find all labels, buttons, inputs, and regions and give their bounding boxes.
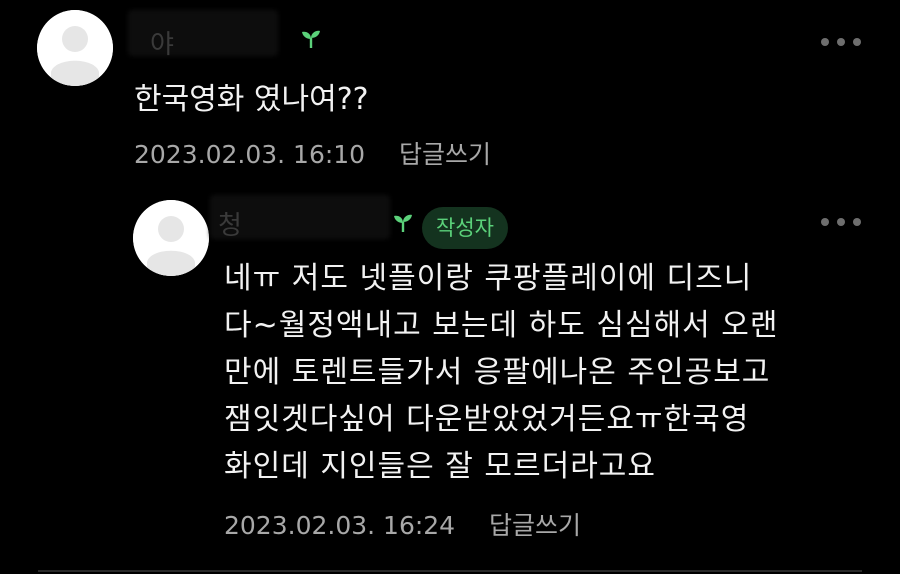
avatar[interactable] (37, 10, 113, 86)
divider (38, 570, 862, 572)
more-horizontal-icon (821, 218, 829, 226)
more-horizontal-icon (837, 38, 845, 46)
reply-button[interactable]: 답글쓰기 (399, 140, 491, 169)
comment-text: 한국영화 였나여?? (134, 82, 369, 117)
default-avatar-icon (37, 10, 113, 86)
avatar[interactable] (133, 200, 209, 276)
comment-date: 2023.02.03. 16:10 (134, 140, 366, 169)
comment-line: 잼잇겟다싶어 다운받았었거든요ㅠ한국영 (224, 402, 750, 437)
comment-line: 화인데 지인들은 잘 모르더라고요 (224, 449, 657, 484)
sprout-icon (394, 214, 412, 232)
sprout-icon (302, 30, 320, 48)
more-options-button[interactable] (821, 35, 861, 49)
more-horizontal-icon (853, 38, 861, 46)
comment-meta: 2023.02.03. 16:10 답글쓰기 (134, 135, 491, 171)
comment-text: 네ㅠ 저도 넷플이랑 쿠팡플레이에 디즈니 다~월정액내고 보는데 하도 심심해… (224, 255, 778, 490)
more-horizontal-icon (837, 218, 845, 226)
comment-date: 2023.02.03. 16:24 (224, 511, 456, 540)
author-badge: 작성자 (422, 207, 508, 249)
reply-button[interactable]: 답글쓰기 (489, 511, 581, 540)
more-horizontal-icon (853, 218, 861, 226)
comment-line: 다~월정액내고 보는데 하도 심심해서 오랜 (224, 308, 779, 343)
more-horizontal-icon (821, 38, 829, 46)
comment-line: 만에 토렌트들가서 응팔에나온 주인공보고 (224, 355, 771, 390)
comment-line: 네ㅠ 저도 넷플이랑 쿠팡플레이에 디즈니 (224, 261, 753, 296)
comment-meta: 2023.02.03. 16:24 답글쓰기 (224, 506, 581, 542)
author-name[interactable]: 청 (218, 205, 243, 242)
more-options-button[interactable] (821, 215, 861, 229)
comment-item: 야 한국영화 였나여?? 2023.02.03. 16:10 답글쓰기 (0, 0, 900, 190)
author-name[interactable]: 야 (150, 24, 175, 61)
default-avatar-icon (133, 200, 209, 276)
